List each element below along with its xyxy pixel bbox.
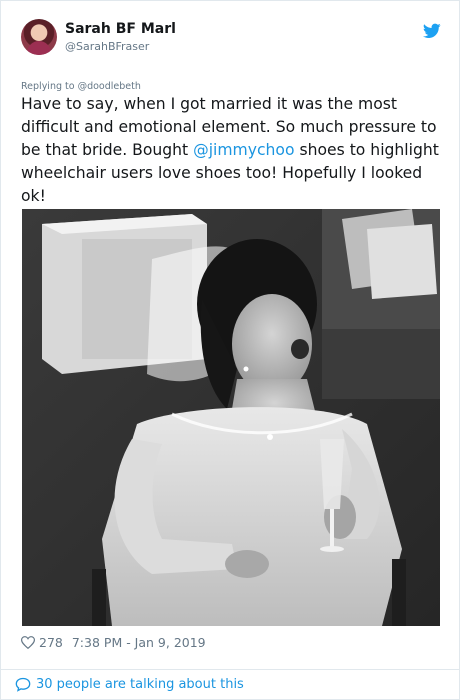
avatar[interactable] [21,19,57,55]
conversation-link[interactable]: 30 people are talking about this [15,677,244,692]
speech-bubble-icon [15,677,31,692]
tweet-text: Have to say, when I got married it was t… [21,93,445,208]
talking-label[interactable]: 30 people are talking about this [36,677,244,692]
bride-photo-image [22,209,440,626]
twitter-bird-icon[interactable] [423,23,441,39]
like-count[interactable]: 278 [39,635,63,650]
replying-to: Replying to @doodlebeth [21,81,141,92]
tweet-card: Sarah BF Marl @SarahBFraser Replying to … [0,0,460,700]
heart-icon[interactable] [21,636,35,649]
replying-to-label: Replying to [21,81,75,92]
replying-to-handle[interactable]: @doodlebeth [78,81,141,92]
tweet-meta: 278 7:38 PM - Jan 9, 2019 [21,635,206,650]
user-handle[interactable]: @SarahBFraser [65,40,149,53]
display-name[interactable]: Sarah BF Marl [65,21,176,37]
tweet-header: Sarah BF Marl @SarahBFraser [21,19,441,59]
divider [1,669,459,670]
tweet-photo[interactable] [22,209,440,626]
mention-link[interactable]: @jimmychoo [193,141,294,159]
timestamp[interactable]: 7:38 PM - Jan 9, 2019 [72,635,206,650]
